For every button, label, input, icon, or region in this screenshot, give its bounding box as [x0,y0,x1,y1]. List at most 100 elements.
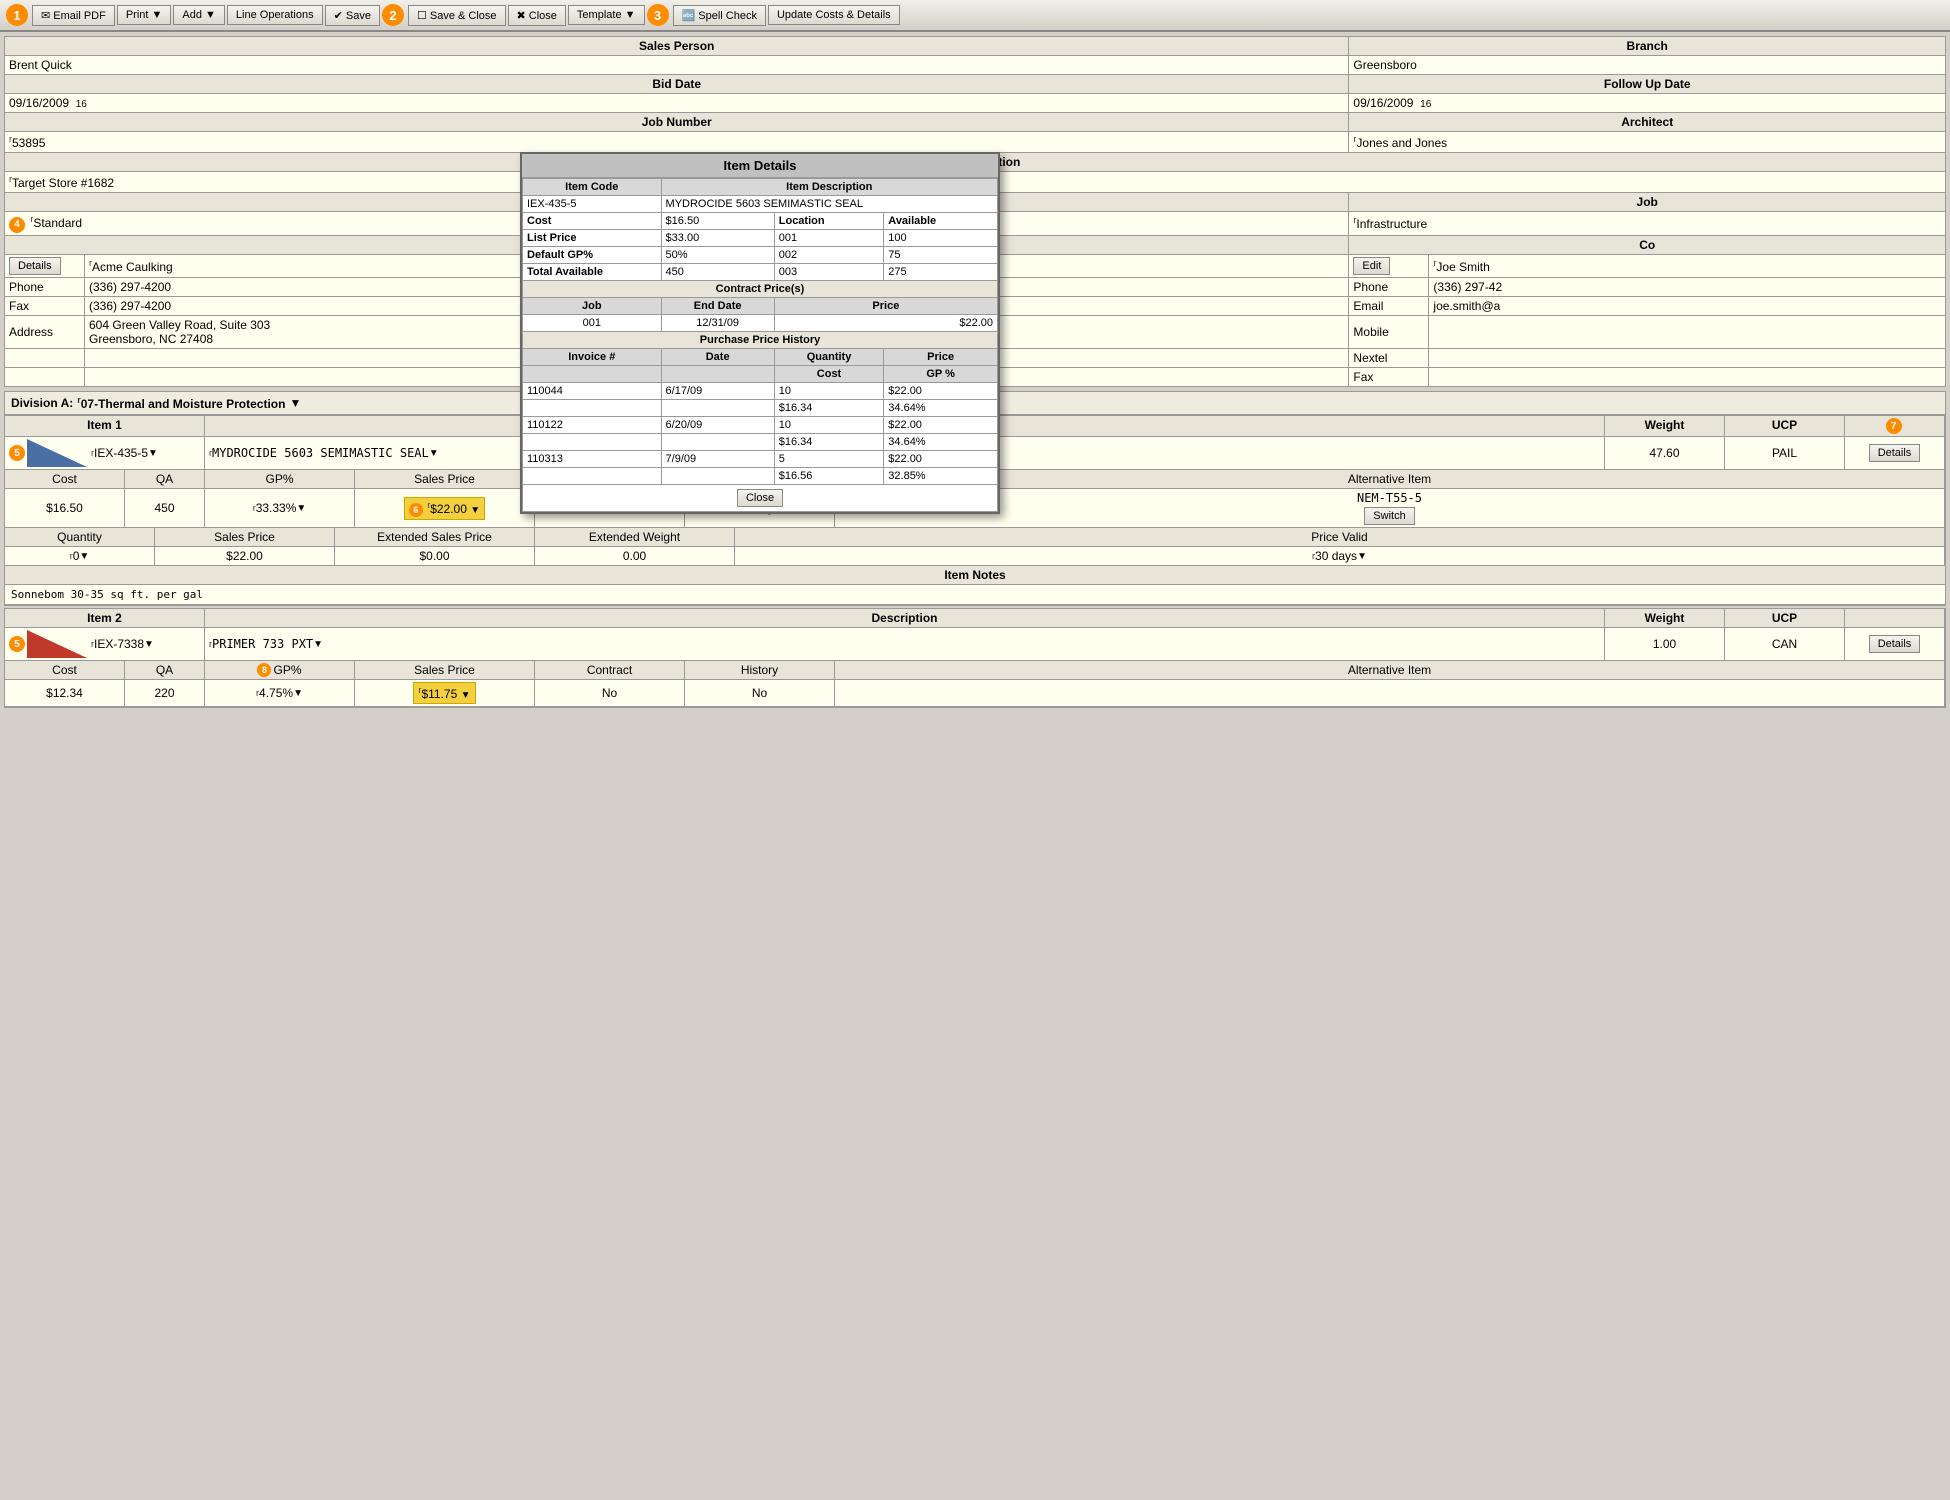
popup-ph-row2-cost: $16.34 [774,434,884,451]
qa-header: QA [125,470,205,488]
badge-6: 6 [409,503,423,517]
badge-1: 1 [6,4,28,26]
nextel-label: Nextel [1349,348,1429,367]
item2-gp-dropdown[interactable]: ▼ [293,688,303,699]
popup-cp-price: $22.00 [774,315,997,332]
item2-desc-cell[interactable]: rPRIMER 733 PXT ▼ [205,628,1605,660]
contact-edit-button[interactable]: Edit [1353,257,1390,275]
item1-triangle [27,439,87,467]
popup-close-cell: Close [523,485,998,512]
architect-header: Architect [1349,113,1946,132]
item2-alt-item [835,680,1945,706]
popup-ph-row1-qty: 10 [774,383,884,400]
popup-total-avail-label: Total Available [523,264,662,281]
print-button[interactable]: Print ▼ [117,5,172,25]
popup-ph-qty-header: Quantity [774,349,884,366]
item1-gp[interactable]: r33.33% ▼ [205,489,355,527]
popup-cp-price-header: Price [774,298,997,315]
job-type-value[interactable]: rInfrastructure [1349,212,1946,236]
popup-cp-end: 12/31/09 [661,315,774,332]
popup-list-price-value: $33.00 [661,230,774,247]
popup-ph-row1-price: $22.00 [884,383,998,400]
item1-cost: $16.50 [5,489,125,527]
item2-history-header: History [685,661,835,679]
details-btn-cell: Details [5,254,85,277]
popup-cost-label: Cost [523,213,662,230]
popup-close-button[interactable]: Close [737,489,783,507]
item1-code-cell[interactable]: 5 rIEX-435-5 ▼ [5,437,205,469]
popup-cp-job-header: Job [523,298,662,315]
branch-header: Branch [1349,37,1946,56]
badge-5b: 5 [9,636,25,652]
popup-item-desc: MYDROCIDE 5603 SEMIMASTIC SEAL [661,196,997,213]
popup-ph-price-header: Price [884,349,998,366]
popup-purchase-history-header: Purchase Price History [523,332,998,349]
popup-ph-row3-cost: $16.56 [774,468,884,485]
item2-code-dropdown[interactable]: ▼ [144,639,154,650]
spell-check-button[interactable]: 🔤 Spell Check [673,5,766,26]
popup-ph-row2-invoice-b [523,434,662,451]
popup-ph-row2-date: 6/20/09 [661,417,774,434]
close-button[interactable]: ✖ Close [508,5,566,26]
item2-gp-header: 8 GP% [205,661,355,679]
item1-price-highlight: 6 r$22.00 ▼ [404,497,485,520]
qty-dropdown[interactable]: ▼ [79,551,89,562]
item1-quantity[interactable]: r0 ▼ [5,547,155,565]
follow-up-value[interactable]: 09/16/2009 16 [1349,94,1946,113]
email-pdf-button[interactable]: ✉ Email PDF [32,5,115,26]
customer-details-button[interactable]: Details [9,257,61,275]
popup-ph-invoice-header2 [523,366,662,383]
item1-switch-button[interactable]: Switch [1364,507,1414,525]
contact-mobile-value [1429,315,1946,348]
follow-up-header: Follow Up Date [1349,75,1946,94]
contact-fax-value [1429,367,1946,386]
edit-btn-cell: Edit [1349,254,1429,277]
template-button[interactable]: Template ▼ [568,5,645,25]
bid-date-value[interactable]: 09/16/2009 16 [5,94,1349,113]
bid-date-header: Bid Date [5,75,1349,94]
add-button[interactable]: Add ▼ [173,5,225,25]
item1-price-valid[interactable]: r30 days ▼ [735,547,1945,565]
architect-value[interactable]: rJones and Jones [1349,132,1946,153]
save-close-button[interactable]: ☐ Save & Close [408,5,506,26]
job-number-value[interactable]: r53895 [5,132,1349,153]
price-dropdown[interactable]: ▼ [470,505,480,516]
popup-ph-row3-price: $22.00 [884,451,998,468]
gp-dropdown[interactable]: ▼ [296,503,306,514]
badge7-cell: 7 [1845,416,1945,437]
popup-available-label: Available [884,213,998,230]
badge-4: 4 [9,217,25,233]
item2-details-button[interactable]: Details [1869,635,1921,653]
item2-desc-dropdown[interactable]: ▼ [313,639,323,650]
item2-price-highlight: r$11.75 ▼ [413,682,475,704]
popup-loc-003: 003 [774,264,884,281]
ext-weight-header: Extended Weight [535,528,735,546]
item2-sales-price[interactable]: r$11.75 ▼ [355,680,535,706]
item1-code-dropdown[interactable]: ▼ [148,448,158,459]
update-costs-button[interactable]: Update Costs & Details [768,5,900,25]
sales-person-value: Brent Quick [5,56,1349,75]
contact-header: Co [1349,235,1946,254]
contact-name-value[interactable]: rJoe Smith [1429,254,1946,277]
item2-price-dropdown[interactable]: ▼ [461,690,471,701]
item1-details-button[interactable]: Details [1869,444,1921,462]
main-content: Sales Person Branch Brent Quick Greensbo… [0,32,1950,714]
popup-item-code: IEX-435-5 [523,196,662,213]
popup-avail-001: 100 [884,230,998,247]
item1-sales-price[interactable]: 6 r$22.00 ▼ [355,489,535,527]
line-operations-button[interactable]: Line Operations [227,5,323,25]
item2-code-cell[interactable]: 5 rIEX-7338 ▼ [5,628,205,660]
item2-gp[interactable]: r4.75% ▼ [205,680,355,706]
address-label: Address [5,315,85,348]
division-dropdown-icon[interactable]: ▼ [289,396,301,410]
popup-ph-row1-date-b [661,400,774,417]
popup-ph-row3-invoice: 110313 [523,451,662,468]
price-valid-dropdown[interactable]: ▼ [1357,551,1367,562]
item2-contract-header: Contract [535,661,685,679]
popup-ph-row1-date: 6/17/09 [661,383,774,400]
item1-desc-dropdown[interactable]: ▼ [429,448,439,459]
item2-btn-header [1845,609,1945,627]
badge-3: 3 [647,4,669,26]
save-button[interactable]: ✔ Save [325,5,380,26]
item2-num-header: Item 2 [5,609,205,627]
